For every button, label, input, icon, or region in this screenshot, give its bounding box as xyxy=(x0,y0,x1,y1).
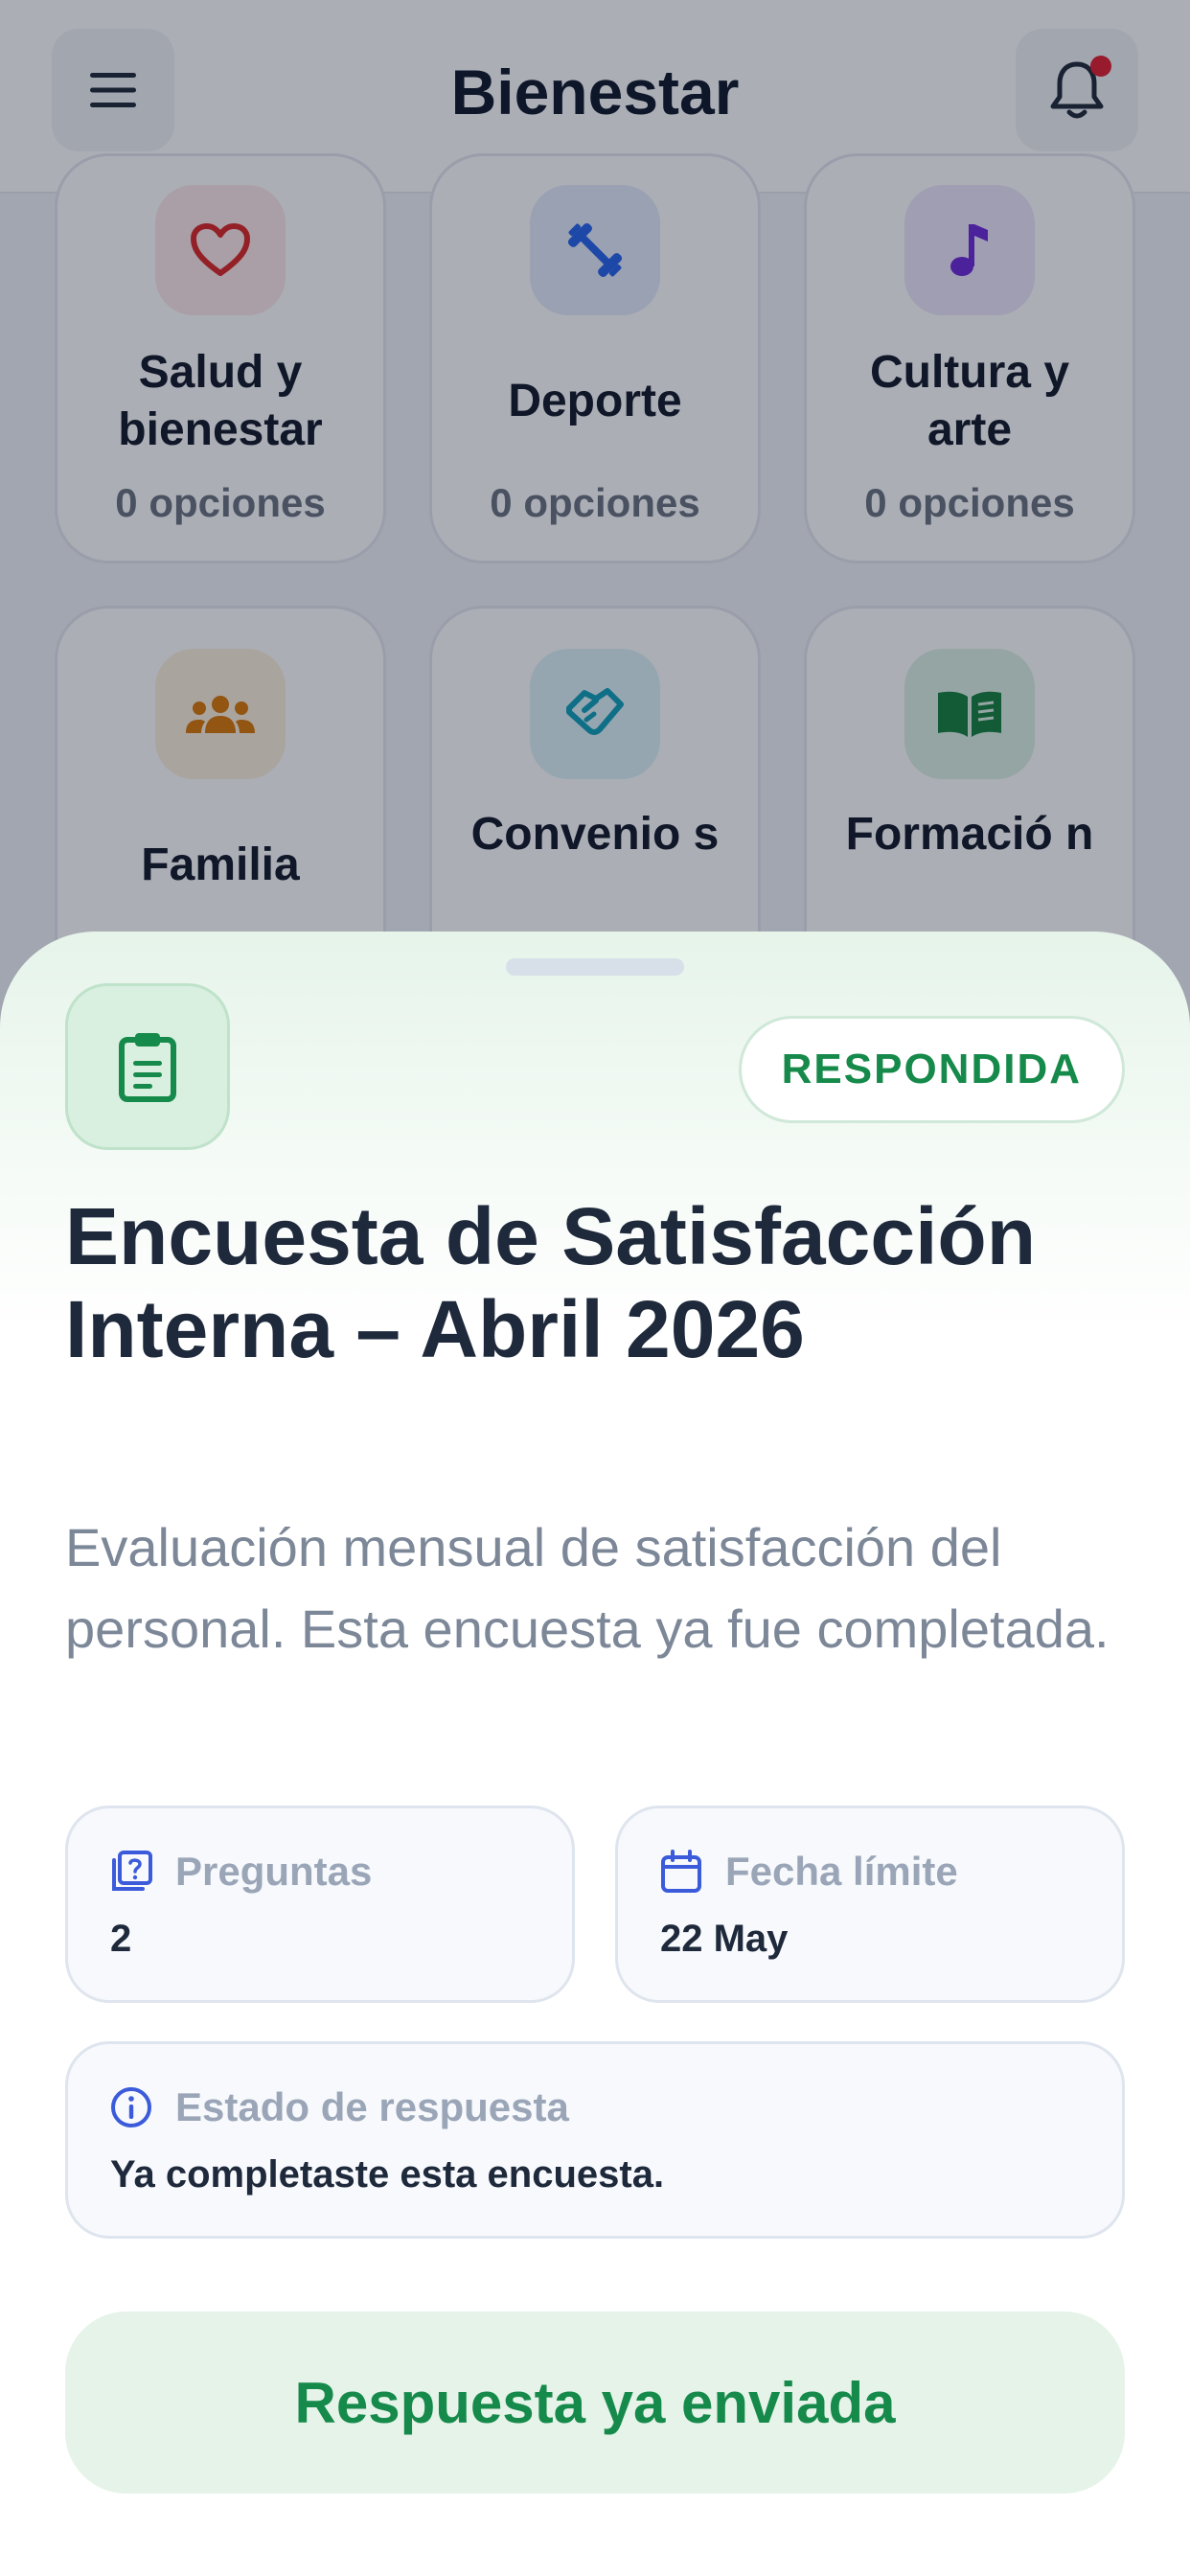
response-status-card: Estado de respuesta Ya completaste esta … xyxy=(65,2041,1125,2239)
question-icon xyxy=(112,1851,152,1891)
deadline-label: Fecha límite xyxy=(725,1849,958,1894)
clipboard-icon xyxy=(119,1033,176,1102)
info-icon xyxy=(111,2087,151,2128)
deadline-info-card: Fecha límite 22 May xyxy=(615,1806,1125,2003)
calendar-icon xyxy=(661,1850,701,1893)
survey-title: Encuesta de Satisfacción Interna – Abril… xyxy=(65,1191,1037,1374)
questions-info-card: Preguntas 2 xyxy=(65,1806,575,2003)
deadline-value: 22 May xyxy=(660,1918,789,1960)
status-badge: RESPONDIDA xyxy=(738,1016,1125,1123)
response-status-value: Ya completaste esta encuesta. xyxy=(110,2153,665,2196)
response-status-label: Estado de respuesta xyxy=(175,2084,569,2129)
sheet-drag-handle[interactable] xyxy=(506,958,684,976)
questions-label: Preguntas xyxy=(175,1849,373,1894)
questions-value: 2 xyxy=(110,1918,132,1960)
survey-description: Evaluación mensual de satisfacción del p… xyxy=(65,1517,1110,1659)
survey-icon-tile xyxy=(65,983,230,1150)
response-sent-button[interactable]: Respuesta ya enviada xyxy=(65,2312,1125,2494)
survey-detail-sheet: RESPONDIDA Encuesta de Satisfacción Inte… xyxy=(0,932,1190,2576)
